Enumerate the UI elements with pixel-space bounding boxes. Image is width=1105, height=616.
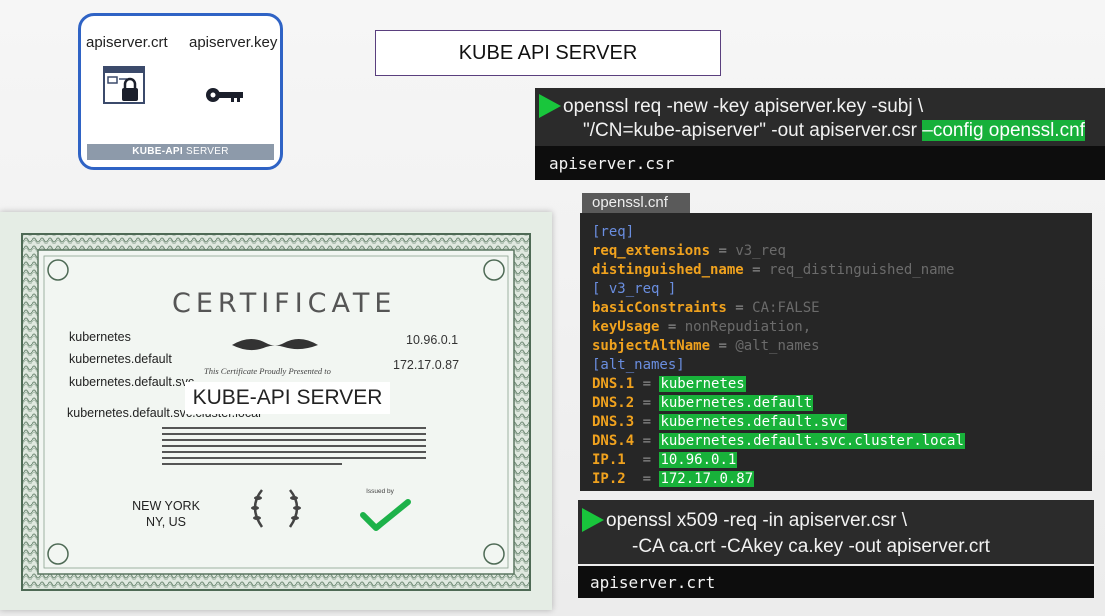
cnf-line: DNS.1 = kubernetes bbox=[592, 375, 1092, 394]
cnf-key: DNS.3 bbox=[592, 414, 635, 430]
cnf-equals: = bbox=[634, 395, 660, 411]
csr-command-line2: "/CN=kube-apiserver" -out apiserver.csr … bbox=[583, 120, 1085, 141]
ip-entry: 172.17.0.87 bbox=[393, 358, 460, 372]
csr-command-block: openssl req -new -key apiserver.key -sub… bbox=[535, 88, 1105, 146]
cnf-section: [ v3_req ] bbox=[592, 281, 677, 297]
cnf-line: [alt_names] bbox=[592, 356, 1092, 375]
cnf-line: DNS.4 = kubernetes.default.svc.cluster.l… bbox=[592, 432, 1092, 451]
cnf-line: [req] bbox=[592, 223, 1092, 242]
cnf-line: keyUsage = nonRepudiation, bbox=[592, 318, 1092, 337]
certificate-recipient: KUBE-API SERVER bbox=[185, 382, 390, 414]
config-flag-highlight: –config openssl.cnf bbox=[922, 120, 1085, 141]
cnf-value: CA:FALSE bbox=[752, 300, 820, 316]
cnf-equals: = bbox=[634, 376, 660, 392]
apiserver-keypair-card: apiserver.crt apiserver.key KUBE-API SER… bbox=[78, 13, 283, 170]
sign-command-block: openssl x509 -req -in apiserver.csr \ -C… bbox=[578, 500, 1094, 564]
cnf-equals: = bbox=[634, 471, 660, 487]
certificate-lock-icon bbox=[103, 66, 145, 104]
cnf-value: v3_req bbox=[735, 243, 786, 259]
cnf-line: req_extensions = v3_req bbox=[592, 242, 1092, 261]
keycard-caption: KUBE-API SERVER bbox=[87, 144, 274, 160]
cnf-key: IP.2 bbox=[592, 471, 635, 487]
crt-output: apiserver.crt bbox=[578, 566, 1094, 598]
cnf-equals: = bbox=[659, 319, 685, 335]
cnf-line: DNS.2 = kubernetes.default bbox=[592, 394, 1092, 413]
cnf-key: keyUsage bbox=[592, 319, 660, 335]
cnf-section: [alt_names] bbox=[592, 357, 685, 373]
cnf-line: basicConstraints = CA:FALSE bbox=[592, 299, 1092, 318]
cnf-key: DNS.4 bbox=[592, 433, 635, 449]
cnf-value-highlight: 10.96.0.1 bbox=[659, 452, 738, 468]
cnf-key: req_extensions bbox=[592, 243, 711, 259]
cnf-value: nonRepudiation, bbox=[684, 319, 812, 335]
cnf-value: @alt_names bbox=[735, 338, 820, 354]
apiserver-crt-label: apiserver.crt bbox=[86, 34, 168, 51]
csr-command-line1: openssl req -new -key apiserver.key -sub… bbox=[563, 96, 924, 117]
cnf-value-highlight: 172.17.0.87 bbox=[659, 471, 755, 487]
cnf-equals: = bbox=[634, 414, 660, 430]
cnf-value-highlight: kubernetes bbox=[659, 376, 746, 392]
sign-command-line1: openssl x509 -req -in apiserver.csr \ bbox=[606, 510, 907, 531]
cnf-key: basicConstraints bbox=[592, 300, 727, 316]
cnf-key: DNS.2 bbox=[592, 395, 635, 411]
cnf-key: DNS.1 bbox=[592, 376, 635, 392]
certificate-heading: CERTIFICATE bbox=[172, 288, 397, 319]
cnf-value-highlight: kubernetes.default.svc.cluster.local bbox=[659, 433, 965, 449]
cnf-value: req_distinguished_name bbox=[769, 262, 955, 278]
cnf-equals: = bbox=[710, 243, 736, 259]
cnf-section: [req] bbox=[592, 224, 635, 240]
openssl-cnf-content: [req] req_extensions = v3_req distinguishe… bbox=[580, 213, 1092, 491]
cnf-value-highlight: kubernetes.default.svc bbox=[659, 414, 847, 430]
presented-to-text: This Certificate Proudly Presented to bbox=[204, 366, 331, 376]
page-title: KUBE API SERVER bbox=[375, 30, 721, 76]
cnf-line: IP.2 = 172.17.0.87 bbox=[592, 470, 1092, 489]
ip-entry: 10.96.0.1 bbox=[406, 333, 459, 347]
cnf-equals: = bbox=[743, 262, 770, 278]
cnf-line: [ v3_req ] bbox=[592, 280, 1092, 299]
san-entry: kubernetes.default bbox=[69, 352, 172, 366]
san-entry: kubernetes bbox=[69, 330, 131, 344]
cnf-line: DNS.3 = kubernetes.default.svc bbox=[592, 413, 1092, 432]
cnf-key: distinguished_name bbox=[592, 262, 744, 278]
apiserver-key-label: apiserver.key bbox=[189, 34, 278, 51]
openssl-cnf-tab: openssl.cnf bbox=[582, 193, 690, 213]
san-entry: kubernetes.default.svc bbox=[69, 375, 195, 389]
csr-output: apiserver.csr bbox=[535, 146, 1105, 180]
private-key-icon bbox=[206, 88, 243, 102]
cnf-equals: = bbox=[710, 338, 736, 354]
cnf-equals: = bbox=[726, 300, 753, 316]
play-arrow-icon bbox=[539, 94, 561, 118]
certificate-location: NEW YORK NY, US bbox=[132, 499, 200, 529]
sign-command-line2: -CA ca.crt -CAkey ca.key -out apiserver.… bbox=[632, 536, 990, 557]
cnf-line: IP.1 = 10.96.0.1 bbox=[592, 451, 1092, 470]
issued-by-label: Issued by bbox=[366, 488, 394, 495]
cnf-key: subjectAltName bbox=[592, 338, 711, 354]
play-arrow-icon bbox=[582, 508, 604, 532]
cnf-equals: = bbox=[634, 433, 660, 449]
cnf-key: IP.1 bbox=[592, 452, 635, 468]
cnf-line: subjectAltName = @alt_names bbox=[592, 337, 1092, 356]
cnf-value-highlight: kubernetes.default bbox=[659, 395, 814, 411]
cnf-equals: = bbox=[634, 452, 660, 468]
certificate-illustration: CERTIFICATE kubernetes kubernetes.defaul… bbox=[0, 212, 552, 610]
cnf-line: distinguished_name = req_distinguished_n… bbox=[592, 261, 1092, 280]
